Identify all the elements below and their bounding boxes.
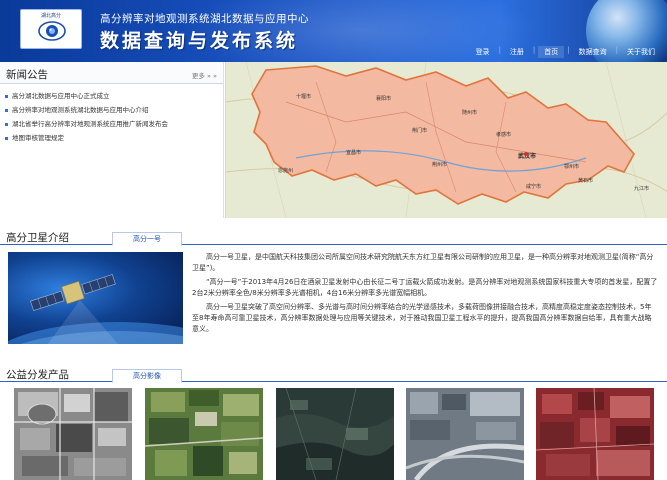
map-label: 咸宁市 [526, 183, 541, 190]
news-item-text: 地图审核管理规定 [12, 134, 64, 142]
map-label: 鄂州市 [564, 163, 579, 170]
tab-gaofen-imagery[interactable]: 高分影像 [112, 369, 182, 383]
satellite-paragraph: 高分一号卫星突破了高空间分辨率、多光谱与高时间分辨率结合的光学遥感技术，多载荷图… [192, 303, 652, 333]
satellite-description: 高分一号卫星，是中国航天科技集团公司所属空间技术研究院航天东方红卫星有限公司研制… [192, 252, 658, 338]
map-label: 九江市 [634, 185, 649, 192]
satellite-section-title: 高分卫星介绍 [6, 232, 69, 244]
news-item-text: 湖北省举行高分辨率对地观测系统应用推广新闻发布会 [12, 120, 168, 128]
map-label: 黄石市 [578, 177, 593, 184]
satellite-paragraph: “高分一号”于2013年4月26日在酒泉卫星发射中心由长征二号丁运载火箭成功发射… [192, 278, 658, 297]
map-label: 孝感市 [496, 131, 511, 138]
satellite-image [8, 252, 183, 344]
nav-separator: | [567, 46, 570, 54]
province-map[interactable]: 十堰市 襄阳市 随州市 孝感市 荆门市 恩施州 宜昌市 荆州市 武汉市 鄂州市 … [225, 62, 667, 218]
products-section-title: 公益分发产品 [6, 369, 69, 381]
product-thumbnail[interactable] [536, 388, 654, 480]
nav-home[interactable]: 首页 [538, 46, 565, 58]
map-label: 襄阳市 [376, 95, 391, 102]
nav-separator: | [615, 46, 618, 54]
map-svg: 十堰市 襄阳市 随州市 孝感市 荆门市 恩施州 宜昌市 荆州市 武汉市 鄂州市 … [226, 62, 667, 218]
nav-register[interactable]: 注册 [504, 46, 530, 58]
news-item[interactable]: 高分辨率对地观测系统湖北数据与应用中心介绍 [0, 103, 223, 117]
site-subtitle: 高分辨率对地观测系统湖北数据与应用中心 [100, 13, 309, 25]
nav-login[interactable]: 登录 [470, 46, 496, 58]
nav-about[interactable]: 关于我们 [621, 46, 661, 58]
bullet-icon [5, 108, 8, 112]
multispectral-image [145, 388, 263, 480]
bullet-icon [5, 136, 8, 140]
map-label: 荆州市 [432, 161, 447, 168]
news-item-text: 高分湖北数据与应用中心正式成立 [12, 92, 110, 100]
nav-separator: | [498, 46, 501, 54]
news-item[interactable]: 高分湖北数据与应用中心正式成立 [0, 89, 223, 103]
products-section-header: 公益分发产品 高分影像 [0, 366, 667, 383]
news-item[interactable]: 地图审核管理规定 [0, 131, 223, 145]
false-color-image [536, 388, 654, 480]
map-label: 恩施州 [278, 167, 293, 174]
product-thumbnail[interactable] [145, 388, 263, 480]
site-logo[interactable]: 湖北高分 [20, 9, 82, 49]
news-item[interactable]: 湖北省举行高分辨率对地观测系统应用推广新闻发布会 [0, 117, 223, 131]
tab-gaofen-1[interactable]: 高分一号 [112, 232, 182, 246]
urban-image [406, 388, 524, 480]
product-thumbnail[interactable] [276, 388, 394, 480]
product-thumbnail[interactable] [406, 388, 524, 480]
dark-terrain-image [276, 388, 394, 480]
map-label: 十堰市 [296, 93, 311, 100]
map-marker-icon [524, 152, 528, 156]
satellite-paragraph: 高分一号卫星，是中国航天科技集团公司所属空间技术研究院航天东方红卫星有限公司研制… [192, 253, 654, 272]
satellite-icon [8, 274, 183, 344]
news-list: 高分湖北数据与应用中心正式成立 高分辨率对地观测系统湖北数据与应用中心介绍 湖北… [0, 84, 223, 145]
news-header: 新闻公告 更多 » » [0, 62, 223, 84]
bullet-icon [5, 94, 8, 98]
top-nav: 登录 | 注册 | 首页 | 数据查询 | 关于我们 [470, 46, 661, 58]
eye-logo-icon [38, 21, 66, 41]
site-title: 数据查询与发布系统 [100, 30, 299, 52]
news-item-text: 高分辨率对地观测系统湖北数据与应用中心介绍 [12, 106, 149, 114]
news-panel: 新闻公告 更多 » » 高分湖北数据与应用中心正式成立 高分辨率对地观测系统湖北… [0, 62, 224, 218]
map-label: 随州市 [462, 109, 477, 116]
map-label: 宜昌市 [346, 149, 361, 156]
nav-separator: | [532, 46, 536, 54]
product-thumbnail[interactable] [14, 388, 132, 480]
nav-data-query[interactable]: 数据查询 [573, 46, 613, 58]
satellite-section-header: 高分卫星介绍 高分一号 [0, 229, 667, 246]
news-title: 新闻公告 [6, 69, 48, 81]
product-thumbnails [14, 388, 654, 480]
map-label: 荆门市 [412, 127, 427, 134]
news-more-link[interactable]: 更多 » » [192, 70, 217, 80]
logo-text: 湖北高分 [40, 13, 61, 19]
site-header: 湖北高分 高分辨率对地观测系统湖北数据与应用中心 数据查询与发布系统 登录 | … [0, 0, 667, 62]
bullet-icon [5, 122, 8, 126]
panchromatic-image [14, 388, 132, 480]
